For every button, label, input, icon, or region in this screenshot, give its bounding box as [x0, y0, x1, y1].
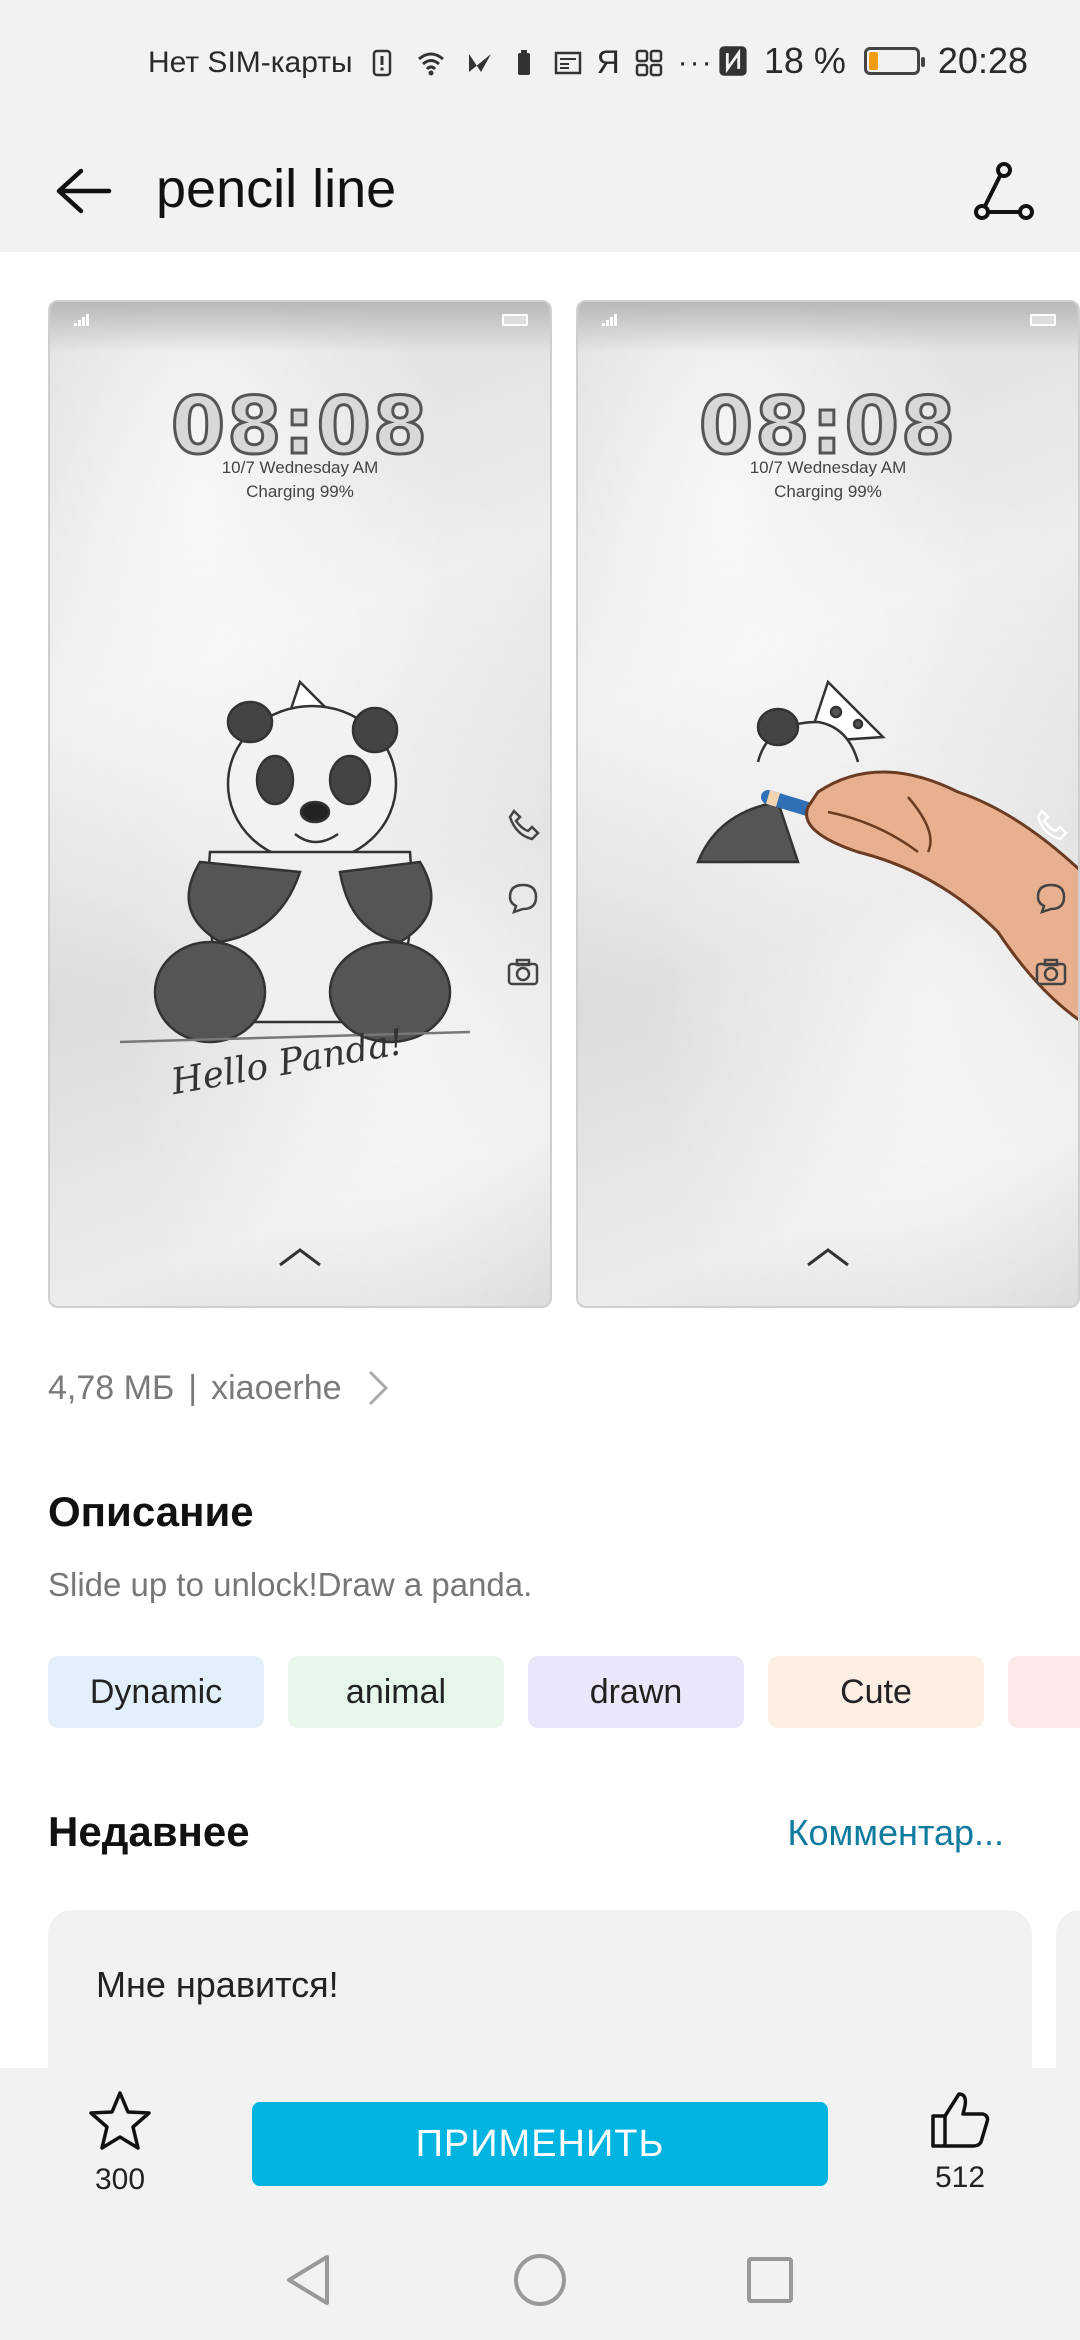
favorite-button[interactable]: 300 — [72, 2090, 168, 2197]
carrier-label: Нет SIM-карты — [148, 45, 353, 79]
tag-list: Dynamic animal drawn Cute b — [48, 1656, 1080, 1732]
comment-card-next[interactable] — [1056, 1910, 1080, 2070]
battery-fill — [868, 52, 878, 70]
camera-icon — [1035, 958, 1067, 986]
preview-lockscreen-1[interactable]: 08:08 10/7 Wednesday AM Charging 99% Hel… — [48, 300, 552, 1308]
back-button[interactable] — [48, 156, 118, 226]
preview-charging: Charging 99% — [246, 482, 354, 501]
message-icon — [508, 883, 538, 914]
comment-card[interactable]: Мне нравится! — [48, 1910, 1032, 2070]
chevron-right-icon — [368, 1370, 388, 1406]
comments-link[interactable]: Комментар... — [787, 1812, 1004, 1854]
battery-percent: 18 % — [763, 40, 846, 81]
nav-back-button[interactable] — [278, 2250, 338, 2310]
tag-label: drawn — [589, 1672, 683, 1711]
app-bar: pencil line — [0, 130, 1080, 252]
triangle-back-icon — [287, 2255, 329, 2305]
nav-recents-button[interactable] — [740, 2250, 800, 2310]
bottom-action-bar: 300 ПРИМЕНИТЬ 512 — [0, 2068, 1080, 2214]
status-bar: Нет SIM-карты Я ··· 18 % 20:28 — [0, 0, 1080, 130]
tag-animal[interactable]: animal — [288, 1656, 504, 1728]
recent-heading: Недавнее — [48, 1808, 250, 1855]
chevron-up-icon — [279, 1248, 321, 1267]
tag-drawn[interactable]: drawn — [528, 1656, 744, 1728]
theme-meta-row[interactable]: 4,78 МБ | xiaoerhe — [48, 1368, 390, 1408]
share-button[interactable] — [968, 156, 1040, 228]
alert-icon — [372, 49, 391, 76]
arrow-left-icon — [56, 168, 112, 214]
thumbs-up-icon — [931, 2092, 990, 2148]
more-icon: ··· — [677, 45, 714, 79]
tag-cute[interactable]: Cute — [768, 1656, 984, 1728]
clock: 20:28 — [937, 40, 1028, 81]
author-link[interactable]: xiaoerhe — [211, 1369, 341, 1408]
nav-home-button[interactable] — [510, 2250, 570, 2310]
camera-icon — [507, 958, 539, 986]
battery-icon — [863, 47, 925, 75]
status-right: 18 % 20:28 — [716, 40, 1028, 82]
battery-saver-icon — [517, 49, 530, 75]
theme-previews[interactable]: 08:08 10/7 Wednesday AM Charging 99% Hel… — [48, 300, 1080, 1308]
phone-icon — [1036, 809, 1068, 841]
preview-lockscreen-2[interactable]: 08:08 10/7 Wednesday AM Charging 99% — [576, 300, 1080, 1308]
comment-text: Мне нравится! — [96, 1964, 339, 2005]
drawing-hand-illustration — [696, 679, 1078, 1021]
tag-dynamic[interactable]: Dynamic — [48, 1656, 264, 1728]
preview-battery-icon — [502, 314, 528, 326]
chevron-up-icon — [807, 1248, 849, 1267]
nfc-icon — [719, 46, 747, 76]
system-navigation-bar — [0, 2214, 1080, 2340]
page-title: pencil line — [156, 159, 397, 219]
check-icon — [468, 53, 491, 72]
like-button[interactable]: 512 — [912, 2090, 1008, 2195]
tag-label: Dynamic — [89, 1672, 223, 1711]
panda-illustration — [119, 679, 471, 1044]
preview-battery-icon — [1030, 314, 1056, 326]
apply-button[interactable]: ПРИМЕНИТЬ — [252, 2102, 828, 2186]
signal-icon — [74, 314, 89, 326]
news-icon — [554, 51, 581, 74]
square-recents-icon — [747, 2257, 793, 2303]
apps-icon — [635, 49, 662, 76]
wifi-icon — [417, 52, 444, 75]
preview-shortcuts — [1034, 807, 1068, 989]
description-heading: Описание — [48, 1488, 254, 1535]
file-size: 4,78 МБ — [48, 1368, 175, 1407]
tag-label: animal — [345, 1672, 447, 1711]
yandex-icon: Я — [596, 44, 620, 80]
status-left: Нет SIM-карты Я ··· — [148, 44, 714, 81]
signal-icon — [602, 314, 617, 326]
tag-partial[interactable]: b — [1008, 1656, 1080, 1728]
meta-separator: | — [188, 1368, 198, 1407]
message-icon — [1036, 883, 1066, 914]
circle-home-icon — [514, 2254, 566, 2306]
tag-label: Cute — [840, 1672, 912, 1711]
star-icon — [89, 2091, 151, 2150]
share-icon — [974, 162, 1034, 220]
phone-icon — [508, 809, 540, 841]
preview-charging: Charging 99% — [774, 482, 882, 501]
favorites-count: 300 — [94, 2163, 146, 2196]
description-text: Slide up to unlock!Draw a panda. — [48, 1566, 533, 1603]
likes-count: 512 — [934, 2161, 986, 2194]
preview-date: 10/7 Wednesday AM — [221, 458, 379, 477]
preview-date: 10/7 Wednesday AM — [749, 458, 907, 477]
preview-shortcuts — [506, 807, 540, 989]
